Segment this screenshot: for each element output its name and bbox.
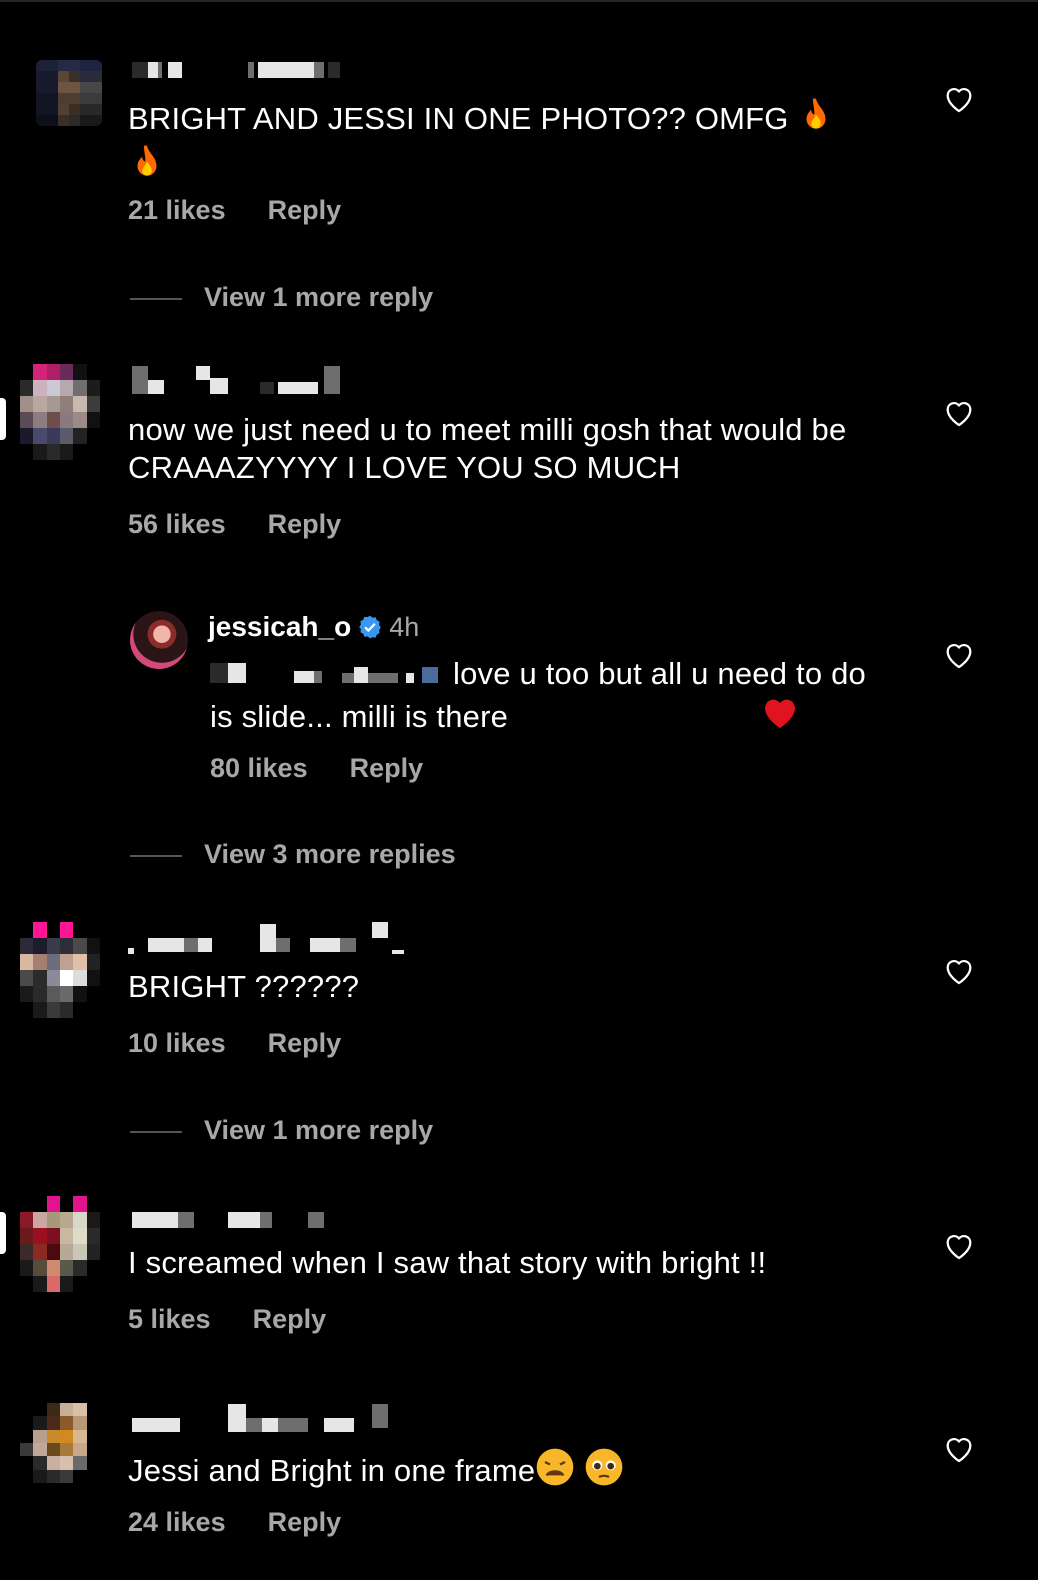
edge-indicator [0,398,6,440]
username-pixelated[interactable] [132,366,362,396]
reply-avatar[interactable] [130,611,188,669]
username-pixelated[interactable] [132,1212,332,1230]
likes-count[interactable]: 80 likes [210,753,308,783]
likes-count[interactable]: 21 likes [128,195,226,225]
heart-outline-icon [946,88,972,113]
likes-count[interactable]: 10 likes [128,1028,226,1058]
comment-meta: 56 likes Reply [128,509,341,540]
like-heart-button[interactable] [942,1229,976,1263]
avatar[interactable] [20,922,100,1018]
fire-emoji [797,97,835,144]
red-heart-emoji [517,693,800,742]
comment-meta: 10 likes Reply [128,1028,341,1059]
view-more-replies[interactable]: View 1 more reply [130,1115,433,1146]
like-heart-button[interactable] [942,396,976,430]
heart-outline-icon [946,1438,972,1463]
reply-header: jessicah_o 4h [208,611,419,643]
username-pixelated[interactable] [132,62,362,80]
avatar[interactable] [20,1403,100,1483]
reply-meta: 80 likes Reply [210,753,423,784]
comment-text: Jessi and Bright in one frame [128,1447,888,1496]
reply-username[interactable]: jessicah_o [208,611,351,642]
reply-button[interactable]: Reply [268,1028,342,1058]
like-heart-button[interactable] [942,1432,976,1466]
comment-text: I screamed when I saw that story with br… [128,1245,767,1280]
like-heart-button[interactable] [942,954,976,988]
view-more-replies[interactable]: View 1 more reply [130,282,433,313]
username-pixelated[interactable] [128,922,408,954]
top-divider [0,0,1038,2]
view-more-replies[interactable]: View 3 more replies [130,839,456,870]
likes-count[interactable]: 5 likes [128,1304,211,1334]
weary-face-emoji [535,1447,575,1496]
like-heart-button[interactable] [942,638,976,672]
username-pixelated[interactable] [132,1404,392,1434]
verified-badge-icon [357,614,383,640]
reply-text: love u too but all u need to do is slide… [210,655,890,742]
reply-button[interactable]: Reply [350,753,424,783]
heart-outline-icon [946,644,972,669]
fire-emoji [128,144,166,191]
reply-button[interactable]: Reply [268,509,342,539]
likes-count[interactable]: 24 likes [128,1507,226,1537]
reply-time: 4h [389,612,420,642]
reply-button[interactable]: Reply [253,1304,327,1334]
avatar[interactable] [20,364,100,460]
comment-text: now we just need u to meet milli gosh th… [128,412,847,485]
pleading-face-emoji [584,1447,624,1496]
comment-meta: 24 likes Reply [128,1507,341,1538]
comment-meta: 21 likes Reply [128,195,341,226]
heart-outline-icon [946,960,972,985]
edge-indicator [0,1212,6,1254]
comment-text: BRIGHT ?????? [128,969,360,1004]
likes-count[interactable]: 56 likes [128,509,226,539]
thread-line [130,1130,182,1133]
reply-button[interactable]: Reply [268,195,342,225]
avatar[interactable] [36,60,102,126]
comment-meta: 5 likes Reply [128,1304,326,1335]
reply-button[interactable]: Reply [268,1507,342,1537]
like-heart-button[interactable] [942,82,976,116]
heart-outline-icon [946,1235,972,1260]
thread-line [130,297,182,300]
thread-line [130,854,182,857]
heart-outline-icon [946,402,972,427]
comment-text: BRIGHT AND JESSI IN ONE PHOTO?? OMFG [128,97,888,191]
avatar[interactable] [20,1196,100,1292]
